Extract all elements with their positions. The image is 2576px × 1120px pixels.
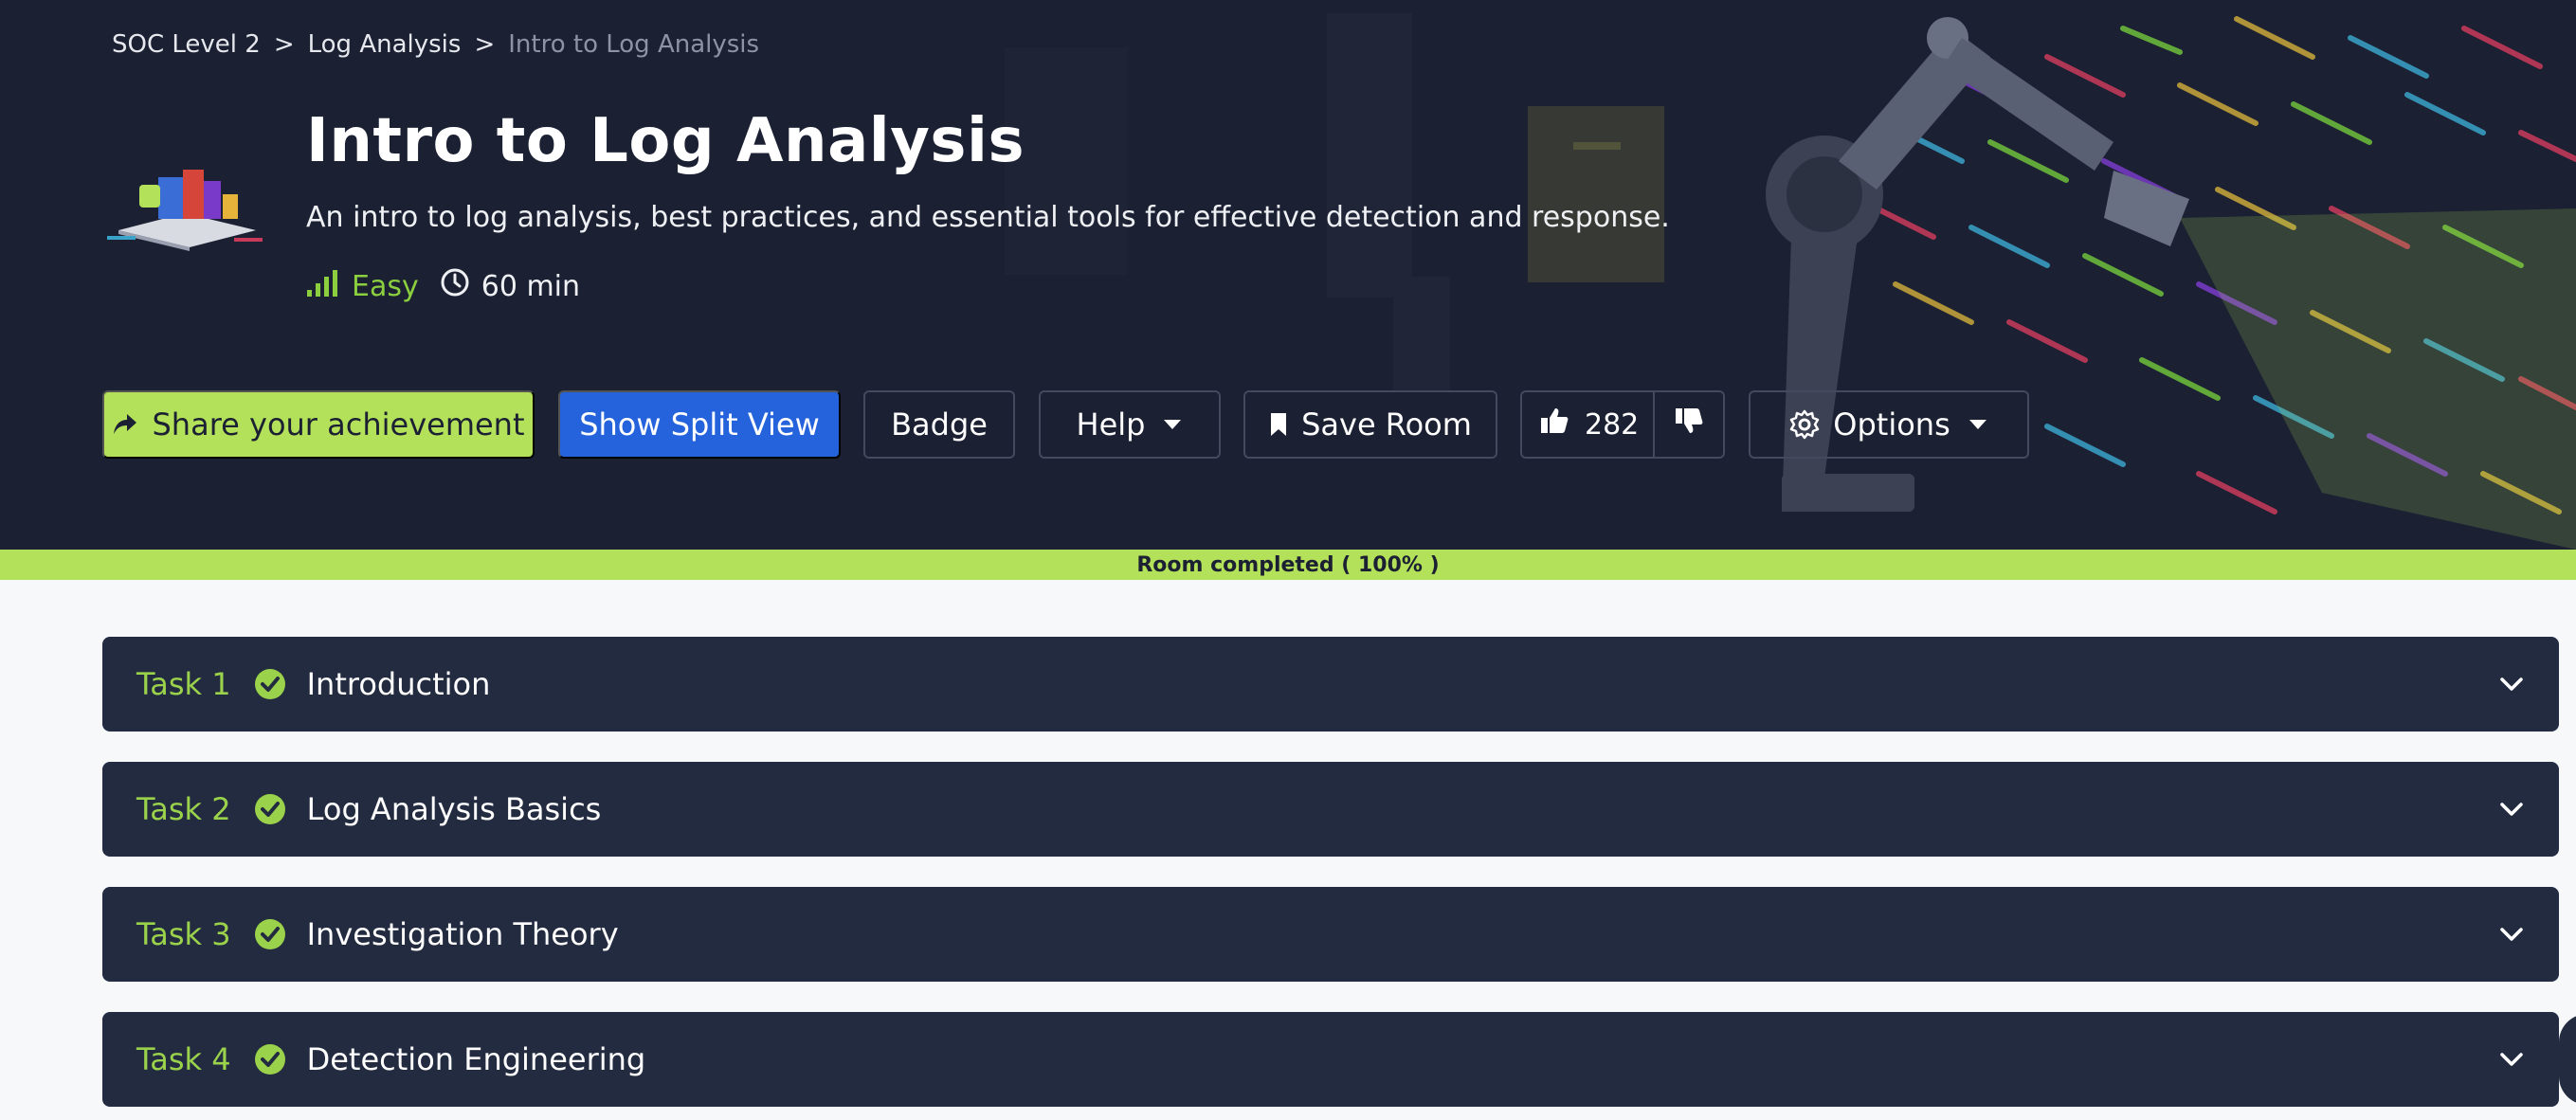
check-circle-icon [254, 918, 286, 950]
signal-bars-icon [306, 267, 340, 305]
task-number: Task 1 [136, 666, 231, 702]
room-progress-bar: Room completed ( 100% ) [0, 550, 2576, 580]
breadcrumb-separator: > [474, 30, 496, 59]
badge-label: Badge [891, 406, 988, 443]
thumbs-up-icon [1539, 406, 1569, 443]
difficulty-label: Easy [352, 269, 419, 303]
show-split-view-button[interactable]: Show Split View [558, 390, 841, 459]
task-item[interactable]: Task 1 Introduction [102, 637, 2559, 732]
breadcrumb-soc-level-2[interactable]: SOC Level 2 [112, 30, 261, 59]
task-title: Log Analysis Basics [306, 791, 602, 827]
like-count: 282 [1585, 407, 1640, 442]
room-description: An intro to log analysis, best practices… [306, 201, 1670, 234]
duration-label: 60 min [481, 269, 581, 303]
chevron-down-icon[interactable] [2498, 796, 2525, 822]
task-title: Investigation Theory [306, 916, 619, 952]
help-dropdown-button[interactable]: Help [1039, 390, 1221, 459]
split-view-label: Show Split View [579, 406, 820, 443]
caret-down-icon [1968, 418, 1988, 431]
task-number: Task 3 [136, 916, 231, 952]
task-item[interactable]: Task 2 Log Analysis Basics [102, 762, 2559, 857]
task-item[interactable]: Task 4 Detection Engineering [102, 1012, 2559, 1107]
chevron-down-icon[interactable] [2498, 671, 2525, 697]
gear-icon [1789, 409, 1820, 440]
breadcrumb-current: Intro to Log Analysis [508, 30, 760, 59]
breadcrumb-log-analysis[interactable]: Log Analysis [308, 30, 462, 59]
task-number: Task 2 [136, 791, 231, 827]
room-title: Intro to Log Analysis [306, 106, 1025, 176]
room-logo-image [107, 170, 263, 251]
like-button[interactable]: 282 [1522, 392, 1655, 457]
task-title: Detection Engineering [306, 1041, 646, 1077]
breadcrumb: SOC Level 2 > Log Analysis > Intro to Lo… [112, 28, 759, 61]
chevron-down-icon[interactable] [2498, 921, 2525, 948]
check-circle-icon [254, 793, 286, 825]
chevron-down-icon[interactable] [2498, 1046, 2525, 1073]
thumbs-down-icon [1674, 406, 1704, 443]
share-achievement-button[interactable]: Share your achievement [102, 390, 535, 459]
dislike-button[interactable] [1655, 392, 1723, 457]
task-number: Task 4 [136, 1041, 231, 1077]
breadcrumb-separator: > [273, 30, 295, 59]
save-room-label: Save Room [1301, 406, 1472, 443]
check-circle-icon [254, 1043, 286, 1075]
vote-group: 282 [1520, 390, 1725, 459]
task-title: Introduction [306, 666, 491, 702]
options-label: Options [1833, 406, 1950, 443]
caret-down-icon [1162, 418, 1183, 431]
task-item[interactable]: Task 3 Investigation Theory [102, 887, 2559, 982]
help-label: Help [1076, 406, 1146, 443]
progress-label: Room completed ( 100% ) [1136, 552, 1440, 577]
share-label: Share your achievement [152, 406, 525, 443]
room-meta: Easy 60 min [306, 267, 580, 305]
bookmark-icon [1269, 411, 1288, 438]
share-arrow-icon [112, 412, 138, 437]
save-room-button[interactable]: Save Room [1243, 390, 1497, 459]
badge-button[interactable]: Badge [863, 390, 1015, 459]
floating-action-button[interactable] [2559, 1014, 2576, 1105]
room-header: SOC Level 2 > Log Analysis > Intro to Lo… [0, 0, 2576, 550]
options-dropdown-button[interactable]: Options [1749, 390, 2029, 459]
check-circle-icon [254, 668, 286, 700]
clock-icon [440, 267, 470, 305]
